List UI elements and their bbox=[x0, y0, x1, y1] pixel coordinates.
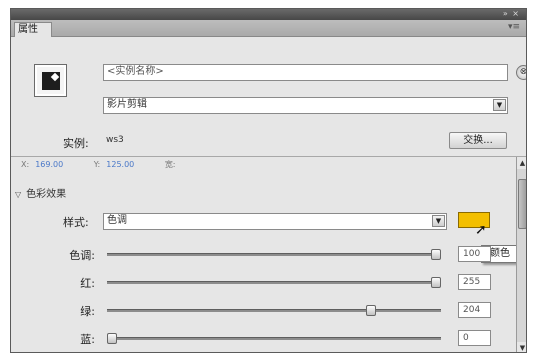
slider-thumb[interactable] bbox=[107, 333, 117, 344]
position-size-row: X: 169.00 Y: 125.00 宽: bbox=[21, 159, 182, 170]
x-label: X: bbox=[21, 160, 30, 169]
instance-name-input[interactable]: <实例名称> bbox=[103, 64, 508, 81]
slider-track[interactable] bbox=[107, 309, 441, 312]
vertical-scrollbar[interactable]: ▲ ▼ bbox=[516, 157, 526, 352]
slider-value-input[interactable]: 255 bbox=[458, 274, 491, 290]
slider-thumb[interactable] bbox=[431, 249, 441, 260]
slider-track[interactable] bbox=[107, 253, 441, 256]
y-label: Y: bbox=[93, 160, 101, 169]
slider-value-input[interactable]: 100 bbox=[458, 246, 491, 262]
scrollbar-thumb[interactable] bbox=[518, 179, 526, 229]
slider-label: 绿: bbox=[80, 305, 95, 318]
x-value[interactable]: 169.00 bbox=[35, 160, 63, 169]
slider-track[interactable] bbox=[107, 281, 441, 284]
style-select[interactable]: 色调 ▼ bbox=[103, 213, 447, 230]
style-label: 样式: bbox=[63, 216, 89, 229]
w-label: 宽: bbox=[164, 160, 176, 169]
panel-titlebar: » × bbox=[11, 9, 526, 20]
swap-button[interactable]: 交换... bbox=[449, 132, 507, 149]
slider-row-blue: 蓝: 0 bbox=[11, 329, 516, 349]
scroll-up-icon[interactable]: ▲ bbox=[517, 157, 526, 169]
slider-label: 红: bbox=[80, 277, 95, 290]
chevron-down-icon[interactable]: ▼ bbox=[493, 99, 506, 111]
clear-instance-name-button[interactable]: ⊗ bbox=[516, 65, 526, 80]
slider-row-tint: 色调: 100 bbox=[11, 245, 516, 265]
color-effect-title: 色彩效果 bbox=[26, 189, 67, 200]
slider-value-input[interactable]: 0 bbox=[458, 330, 491, 346]
slider-value-input[interactable]: 204 bbox=[458, 302, 491, 318]
slider-row-green: 绿: 204 bbox=[11, 301, 516, 321]
slider-track[interactable] bbox=[107, 337, 441, 340]
properties-panel: » × 属性 ▾≡ <实例名称> ⊗ 影片剪辑 ▼ 实例: ws3 交换... … bbox=[10, 8, 527, 353]
chevron-down-icon[interactable]: ▼ bbox=[432, 215, 445, 227]
panel-tabbar: 属性 ▾≡ bbox=[11, 20, 526, 37]
y-value[interactable]: 125.00 bbox=[106, 160, 134, 169]
slider-label: 色调: bbox=[69, 249, 95, 262]
color-effect-section-header[interactable]: ▽ 色彩效果 bbox=[15, 185, 66, 200]
slider-row-red: 红: 255 bbox=[11, 273, 516, 293]
window-controls[interactable]: » × bbox=[503, 9, 520, 19]
symbol-type-value: 影片剪辑 bbox=[107, 99, 147, 110]
instance-label: 实例: bbox=[63, 137, 89, 150]
movieclip-symbol-icon bbox=[34, 64, 67, 97]
symbol-type-select[interactable]: 影片剪辑 ▼ bbox=[103, 97, 508, 114]
properties-scroll-region: X: 169.00 Y: 125.00 宽: ▽ 色彩效果 样式: 色调 ▼ ➚ 颜色… bbox=[11, 157, 526, 352]
slider-label: 蓝: bbox=[80, 333, 95, 346]
pointer-cursor-icon: ➚ bbox=[475, 222, 487, 238]
tab-properties[interactable]: 属性 bbox=[14, 22, 52, 37]
chevron-down-icon: ▽ bbox=[15, 190, 22, 199]
slider-thumb[interactable] bbox=[431, 277, 441, 288]
instance-value: ws3 bbox=[106, 135, 124, 145]
slider-thumb[interactable] bbox=[366, 305, 377, 316]
scroll-down-icon[interactable]: ▼ bbox=[517, 342, 526, 352]
panel-menu-icon[interactable]: ▾≡ bbox=[508, 22, 520, 32]
style-value: 色调 bbox=[107, 215, 127, 226]
